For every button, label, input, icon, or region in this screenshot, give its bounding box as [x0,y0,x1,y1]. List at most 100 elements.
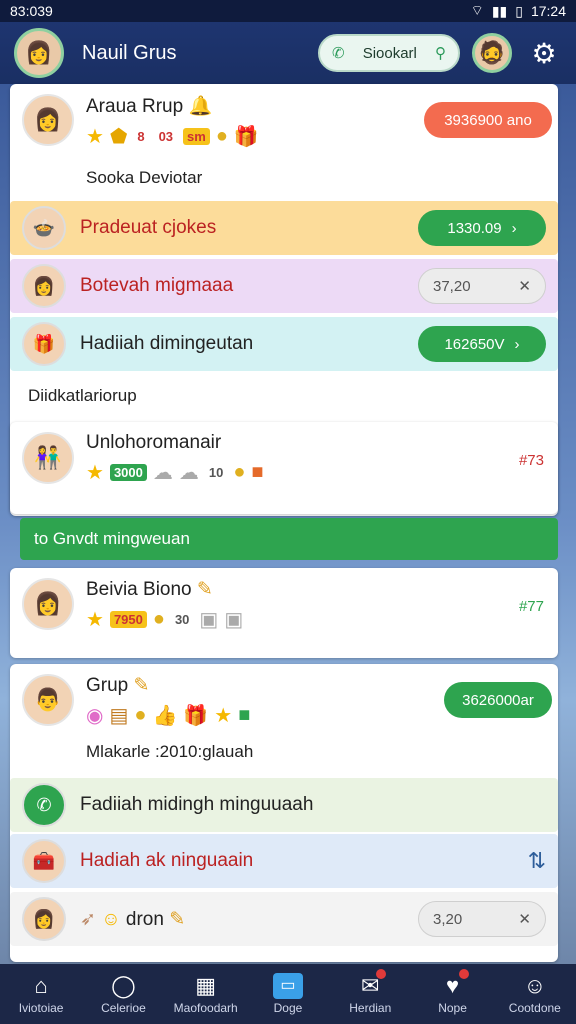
list-item-label: Hadiiah dimingeutan [80,333,254,354]
gift-box-icon: 🎁 [22,322,66,366]
avatar: 👩 [22,578,74,630]
user-name: Grup [86,675,129,696]
pill-value: 3,20 [433,910,463,928]
dismiss-button[interactable]: 37,20 ✕ [418,268,546,304]
signal-icon: ▮▮ [491,2,508,19]
nav-label: Iviotoiae [18,1001,64,1015]
gift-icon: 🎁 [183,705,209,727]
grid-icon: ▦ [195,973,217,998]
badge-row: ★ 7950 ● 30 ▣ ▣ [86,607,243,632]
pill-value: 37,20 [433,277,471,295]
notification-badge [458,969,469,979]
list-item[interactable]: 🧰 Hadiah ak ninguaain ⇅ [10,834,558,888]
chip-sm: sm [183,128,210,145]
user-card[interactable]: 👫 Unlohoromanair ★ 3000 ☁ ☁ 10 ● ■ #73 [10,422,558,514]
coin-icon: ● [215,125,228,147]
avatar: 👩 [22,94,74,146]
list-item[interactable]: 🎁 Hadiiah dimingeutan 162650V › [10,317,558,371]
user-name: Beivia Biono [86,579,192,600]
nav-item-chat[interactable]: ◯ Celerioe [87,973,159,1015]
coin-icon: ● [152,608,165,630]
chat-icon: ◯ [111,973,136,998]
app-header: 👩 Nauil Grus ✆ Siookarl ⚲ 🧔 ⚙ [0,22,576,84]
avatar: 👩 [22,264,66,308]
cup-icon: ▣ [224,609,244,631]
thumbs-up-icon: 👍 [152,705,178,727]
food-icon: 🍲 [22,206,66,250]
reward-button[interactable]: 3936900 ano [424,102,552,138]
box-icon: ■ [251,461,264,483]
search-icon: ⚲ [435,45,446,62]
gift-icon: ✉ [361,973,380,998]
nav-label: Herdian [349,1001,392,1015]
chest-icon: ▤ [109,705,129,727]
wifi-icon: ⌔ [470,2,484,18]
star-icon: ★ [86,126,104,148]
heart-icon: ♥ [446,973,460,998]
shield-icon: ⬟ [109,126,128,148]
nav-item-heart[interactable]: ♥ Nope [417,969,489,1015]
bottom-nav: ⌂ Iviotoiae ◯ Celerioe ▦ Maofoodarh ▭ Do… [0,964,576,1024]
phone-icon: ✆ [22,783,66,827]
chip-number: 30 [174,612,190,627]
close-icon: ✕ [518,911,531,928]
user-card[interactable]: 👩 Beivia Biono ✎ ★ 7950 ● 30 ▣ ▣ #77 [10,568,558,658]
list-item-label: Botevah migmaaa [80,275,234,296]
claim-value: 162650V [444,335,505,353]
user-name: Unlohoromanair [86,432,222,453]
person-icon: ☺ [523,973,547,998]
friend-avatar[interactable]: 🧔 [472,33,512,73]
profile-avatar[interactable]: 👩 [14,28,64,78]
gear-icon[interactable]: ⚙ [526,35,562,71]
bell-icon: 🔔 [188,96,213,117]
coin-icon: ● [134,704,147,726]
search-box[interactable]: ✆ Siookarl ⚲ [318,34,460,72]
list-item[interactable]: 👩 ➶ ☺ dron ✎ 3,20 ✕ [10,892,558,946]
nav-item-grid[interactable]: ▦ Maofoodarh [170,973,242,1015]
nav-item-home[interactable]: ⌂ Iviotoiae [5,973,77,1015]
badge-row: ★ ⬟ 8 03 sm ● 🎁 [86,124,259,149]
star-icon: ★ [214,705,233,727]
chevron-right-icon: › [514,335,520,353]
sort-icon[interactable]: ⇅ [528,848,546,874]
star-icon: ★ [86,462,104,484]
chip-count: 3000 [109,464,147,481]
nav-label: Maofoodarh [173,1001,238,1015]
claim-button[interactable]: 3626000ar [444,682,552,718]
claim-button[interactable]: 1330.09 › [418,210,546,246]
weekly-banner[interactable]: to Gnvdt mingweuan [20,518,558,560]
nav-item-profile[interactable]: ☺ Cootdone [499,973,571,1015]
chevron-right-icon: › [511,219,517,237]
nav-item-gift[interactable]: ✉ Herdian [334,969,406,1015]
nav-item-card[interactable]: ▭ Doge [252,973,324,1015]
chip-count: 03 [158,129,174,144]
nav-label: Doge [273,1001,303,1015]
subtitle: Mlakarle :2010:glauah [86,742,254,761]
user-row[interactable]: 👨 Grup ✎ ◉ ▤ ● 👍 🎁 ★ ■ 3626000ar [10,664,558,738]
close-icon: ✕ [518,278,531,295]
avatar: 👨 [22,674,74,726]
home-icon: ⌂ [34,973,48,998]
list-item-label: Hadiah ak ninguaain [80,850,254,871]
nav-label: Cootdone [508,1001,561,1015]
list-item[interactable]: ✆ Fadiiah midingh minguuaah [10,778,558,832]
chip-count: 7950 [109,611,147,628]
list-item-label: dron [125,908,164,930]
list-item[interactable]: 👩 Botevah migmaaa 37,20 ✕ [10,259,558,313]
pencil-icon: ✎ [169,908,186,930]
badge-row: ◉ ▤ ● 👍 🎁 ★ ■ [86,703,250,728]
card-icon: ▭ [272,973,303,999]
list-item[interactable]: 🍲 Pradeuat cjokes 1330.09 › [10,201,558,255]
status-bar: 83:039 ⌔ ▮▮ ▯ 17:24 [0,0,576,22]
list-item-label: Pradeuat cjokes [80,217,217,238]
section-label: Diidkatlariorup [28,386,137,405]
badge-row: ★ 3000 ☁ ☁ 10 ● ■ [86,460,264,485]
cup-icon: ▣ [199,609,219,631]
pencil-icon: ✎ [196,579,213,600]
cloud-icon: ☁ [178,462,199,484]
phone-icon: ✆ [332,45,345,62]
claim-button[interactable]: 162650V › [418,326,546,362]
search-label: Siookarl [362,44,417,62]
dismiss-button[interactable]: 3,20 ✕ [418,901,546,937]
value-label: #77 [518,598,544,615]
